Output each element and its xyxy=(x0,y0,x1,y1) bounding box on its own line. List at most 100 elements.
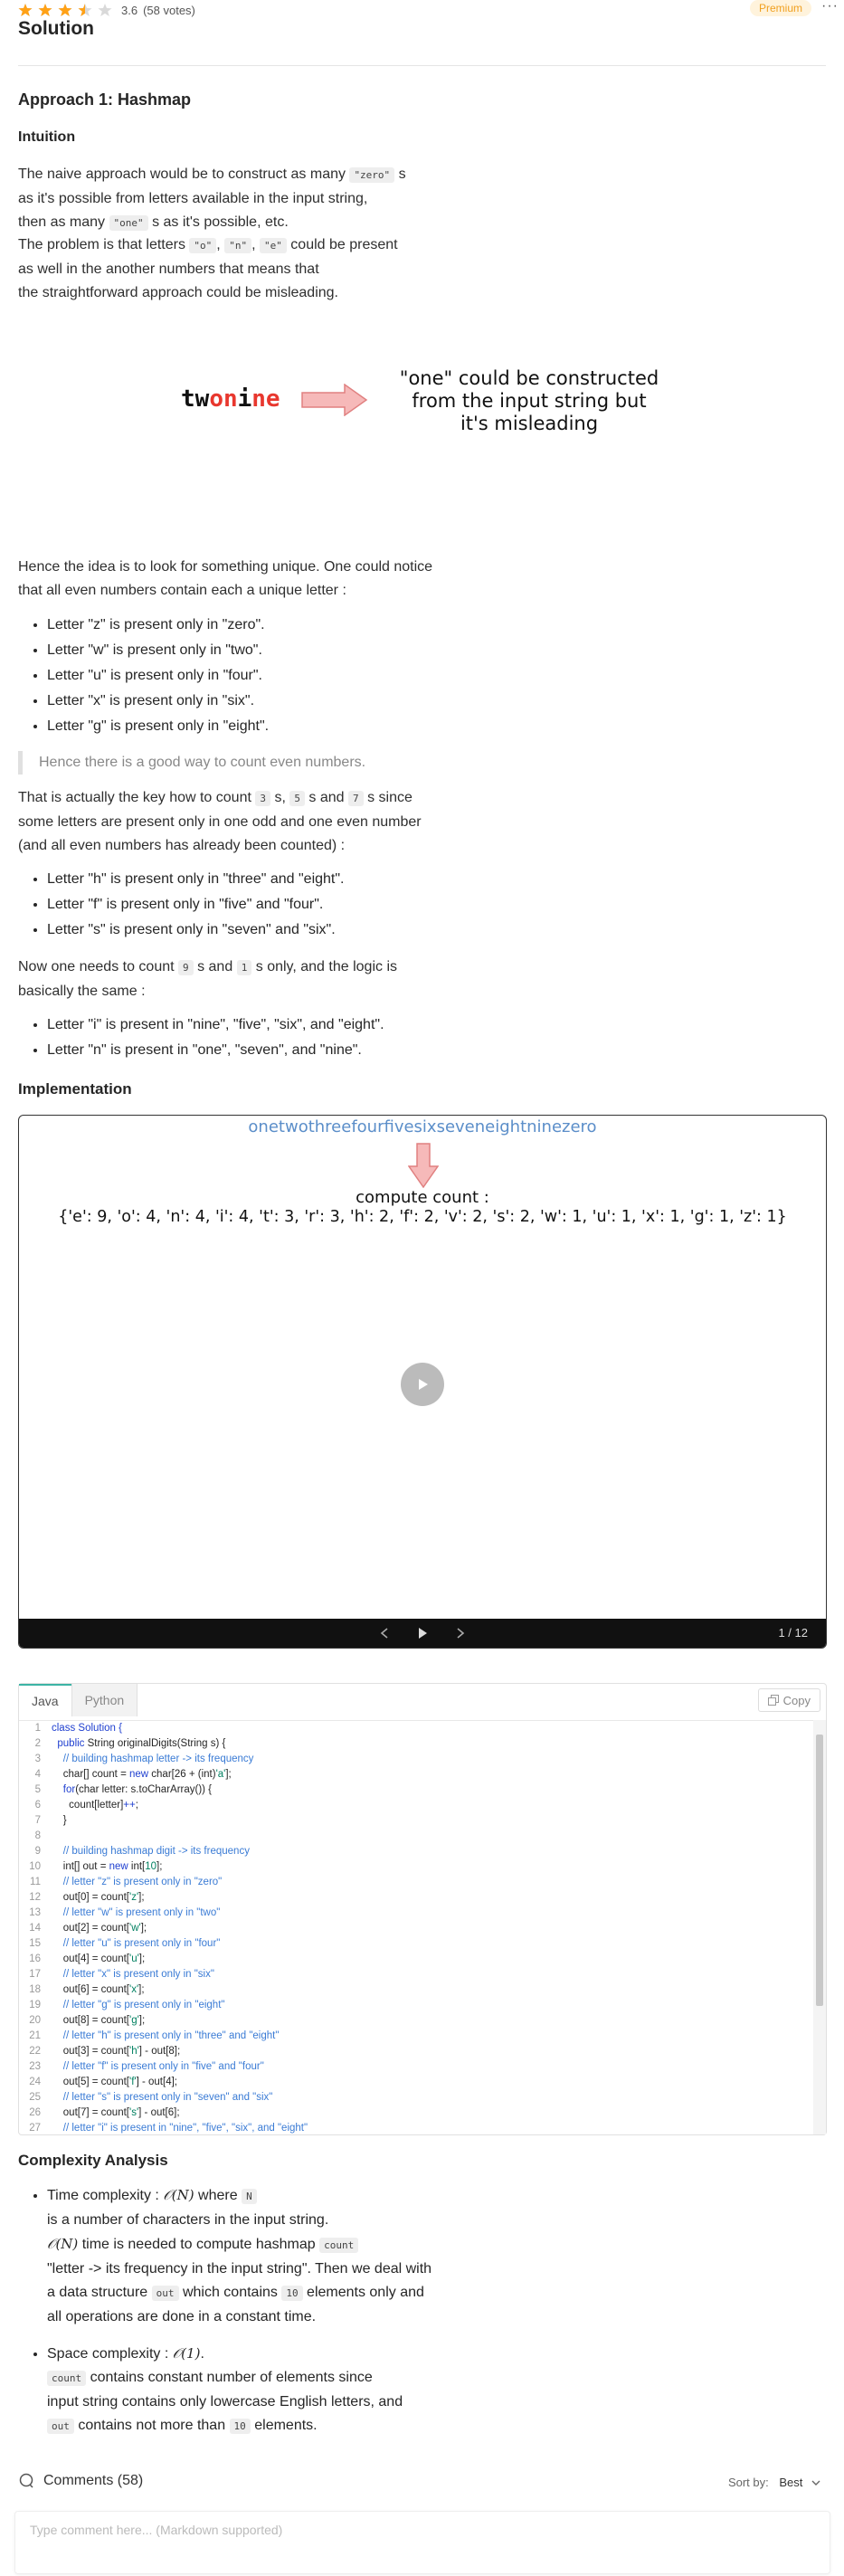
paragraph-odd: That is actually the key how to count 3 … xyxy=(18,790,422,853)
inline-code: 7 xyxy=(348,791,364,806)
list-item: Letter "w" is present only in "two". xyxy=(47,638,269,663)
list-item: Letter "g" is present only in "eight". xyxy=(47,714,269,739)
code-line: 11 // letter "z" is present only in "zer… xyxy=(19,1875,813,1890)
line-number: 1 xyxy=(34,1723,41,1734)
inline-code: 5 xyxy=(289,791,305,806)
star-empty-icon[interactable] xyxy=(98,3,112,17)
star-full-icon[interactable] xyxy=(58,3,72,17)
line-number: 26 xyxy=(29,2107,41,2118)
code-tabs: Java Python xyxy=(19,1684,138,1716)
code-block: Java Python Copy 1 class Solution {2 publ… xyxy=(18,1683,827,2135)
sort-control[interactable]: Sort by: Best xyxy=(728,2476,820,2489)
code-line: 18 out[6] = count['x']; xyxy=(19,1982,813,1998)
list-item: Letter "i" is present in "nine", "five",… xyxy=(47,1012,384,1038)
code-line: 22 out[3] = count['h'] - out[8]; xyxy=(19,2044,813,2059)
arrow-right-icon xyxy=(301,384,368,416)
code-line: 2 public String originalDigits(String s)… xyxy=(19,1736,813,1752)
list-item: Letter "s" is present only in "seven" an… xyxy=(47,917,344,943)
list-item: Letter "z" is present only in "zero". xyxy=(47,613,269,638)
odd-letters-list: Letter "h" is present only in "three" an… xyxy=(18,867,344,943)
comment-input[interactable]: Type comment here... (Markdown supported… xyxy=(14,2511,830,2574)
player-count: {'e': 9, 'o': 4, 'n': 4, 'i': 4, 't': 3,… xyxy=(58,1208,787,1226)
inline-code: "zero" xyxy=(349,167,395,183)
rating-votes: (58 votes) xyxy=(143,3,195,17)
inline-code: N xyxy=(242,2189,257,2204)
star-half-icon[interactable] xyxy=(78,3,92,17)
code-line: 3 // building hashmap letter -> its freq… xyxy=(19,1752,813,1767)
intuition-paragraph-1: The naive approach would be to construct… xyxy=(18,166,406,231)
comments-title: Comments (58) xyxy=(43,2473,144,2488)
comment-placeholder: Type comment here... (Markdown supported… xyxy=(30,2523,283,2537)
implementation-heading: Implementation xyxy=(18,1080,132,1098)
line-number: 19 xyxy=(29,2000,41,2010)
inline-code: "o" xyxy=(189,238,217,253)
even-letters-list: Letter "z" is present only in "zero". Le… xyxy=(18,613,269,739)
divider xyxy=(18,65,826,66)
star-full-icon[interactable] xyxy=(18,3,33,17)
code-line: 23 // letter "f" is present only in "fiv… xyxy=(19,2059,813,2075)
sort-value[interactable]: Best xyxy=(779,2476,802,2489)
code-line: 12 out[0] = count['z']; xyxy=(19,1890,813,1906)
code-editor[interactable]: 1 class Solution {2 public String origina… xyxy=(19,1720,813,2134)
tab-python[interactable]: Python xyxy=(71,1684,138,1716)
code-line: 27 // letter "i" is present in "nine", "… xyxy=(19,2121,813,2134)
chevron-left-icon[interactable] xyxy=(379,1627,390,1640)
comments-header: Comments (58) xyxy=(18,2473,143,2489)
blockquote: Hence there is a good way to count even … xyxy=(18,751,470,775)
tab-java[interactable]: Java xyxy=(19,1684,71,1716)
line-number: 2 xyxy=(34,1738,41,1749)
play-button[interactable] xyxy=(401,1363,444,1406)
inline-code: "n" xyxy=(224,238,252,253)
inline-code: out xyxy=(151,2286,179,2301)
inline-code: 1 xyxy=(236,960,252,975)
inline-code: 9 xyxy=(178,960,194,975)
inline-code: 10 xyxy=(281,2286,303,2301)
code-line: 1 class Solution { xyxy=(19,1721,813,1736)
line-number: 20 xyxy=(29,2015,41,2026)
scrollbar-thumb[interactable] xyxy=(816,1735,823,2006)
code-line: 25 // letter "s" is present only in "sev… xyxy=(19,2090,813,2105)
code-line: 5 for(char letter: s.toCharArray()) { xyxy=(19,1782,813,1798)
code-line: 9 // building hashmap digit -> its frequ… xyxy=(19,1844,813,1859)
chevron-right-icon[interactable] xyxy=(455,1627,466,1640)
arrow-down-icon xyxy=(408,1143,439,1188)
last-letters-list: Letter "i" is present in "nine", "five",… xyxy=(18,1012,384,1063)
line-number: 23 xyxy=(29,2061,41,2072)
code-line: 17 // letter "x" is present only in "six… xyxy=(19,1967,813,1982)
line-number: 10 xyxy=(29,1861,41,1872)
code-line: 8 xyxy=(19,1829,813,1844)
list-item: Letter "x" is present only in "six". xyxy=(47,689,269,714)
star-full-icon[interactable] xyxy=(38,3,52,17)
line-number: 6 xyxy=(34,1800,41,1811)
line-number: 17 xyxy=(29,1969,41,1980)
inline-code: 3 xyxy=(255,791,270,806)
code-scrollbar[interactable] xyxy=(813,1720,826,2134)
player-page-indicator: 1 / 12 xyxy=(778,1626,808,1640)
code-line: 26 out[7] = count['s'] - out[6]; xyxy=(19,2105,813,2121)
rating-bar: 3.6 (58 votes) xyxy=(18,2,195,18)
intuition-heading: Intuition xyxy=(18,129,76,145)
code-line: 20 out[8] = count['g']; xyxy=(19,2013,813,2029)
chevron-down-icon xyxy=(811,2480,820,2486)
line-number: 15 xyxy=(29,1938,41,1949)
comment-icon xyxy=(19,2473,33,2488)
play-icon[interactable] xyxy=(417,1627,428,1640)
code-line: 6 count[letter]++; xyxy=(19,1798,813,1813)
code-line: 19 // letter "g" is present only in "eig… xyxy=(19,1998,813,2013)
line-number: 25 xyxy=(29,2092,41,2103)
line-number: 12 xyxy=(29,1892,41,1903)
copy-button[interactable]: Copy xyxy=(757,1688,820,1712)
star-rating[interactable] xyxy=(18,3,112,17)
line-number: 16 xyxy=(29,1953,41,1964)
line-number: 27 xyxy=(29,2123,41,2134)
animation-player: onetwothreefourfivesixseveneightninezero… xyxy=(18,1115,827,1649)
premium-badge: Premium xyxy=(749,0,811,16)
more-options-icon[interactable]: ··· xyxy=(821,0,839,14)
line-number: 22 xyxy=(29,2046,41,2057)
rating-value: 3.6 xyxy=(121,3,138,17)
player-label: compute count : xyxy=(356,1188,489,1207)
space-complexity: Space complexity : 𝒪(1). count contains … xyxy=(47,2342,488,2438)
line-number: 5 xyxy=(34,1784,41,1795)
line-number: 3 xyxy=(34,1754,41,1764)
play-icon xyxy=(419,1379,428,1390)
